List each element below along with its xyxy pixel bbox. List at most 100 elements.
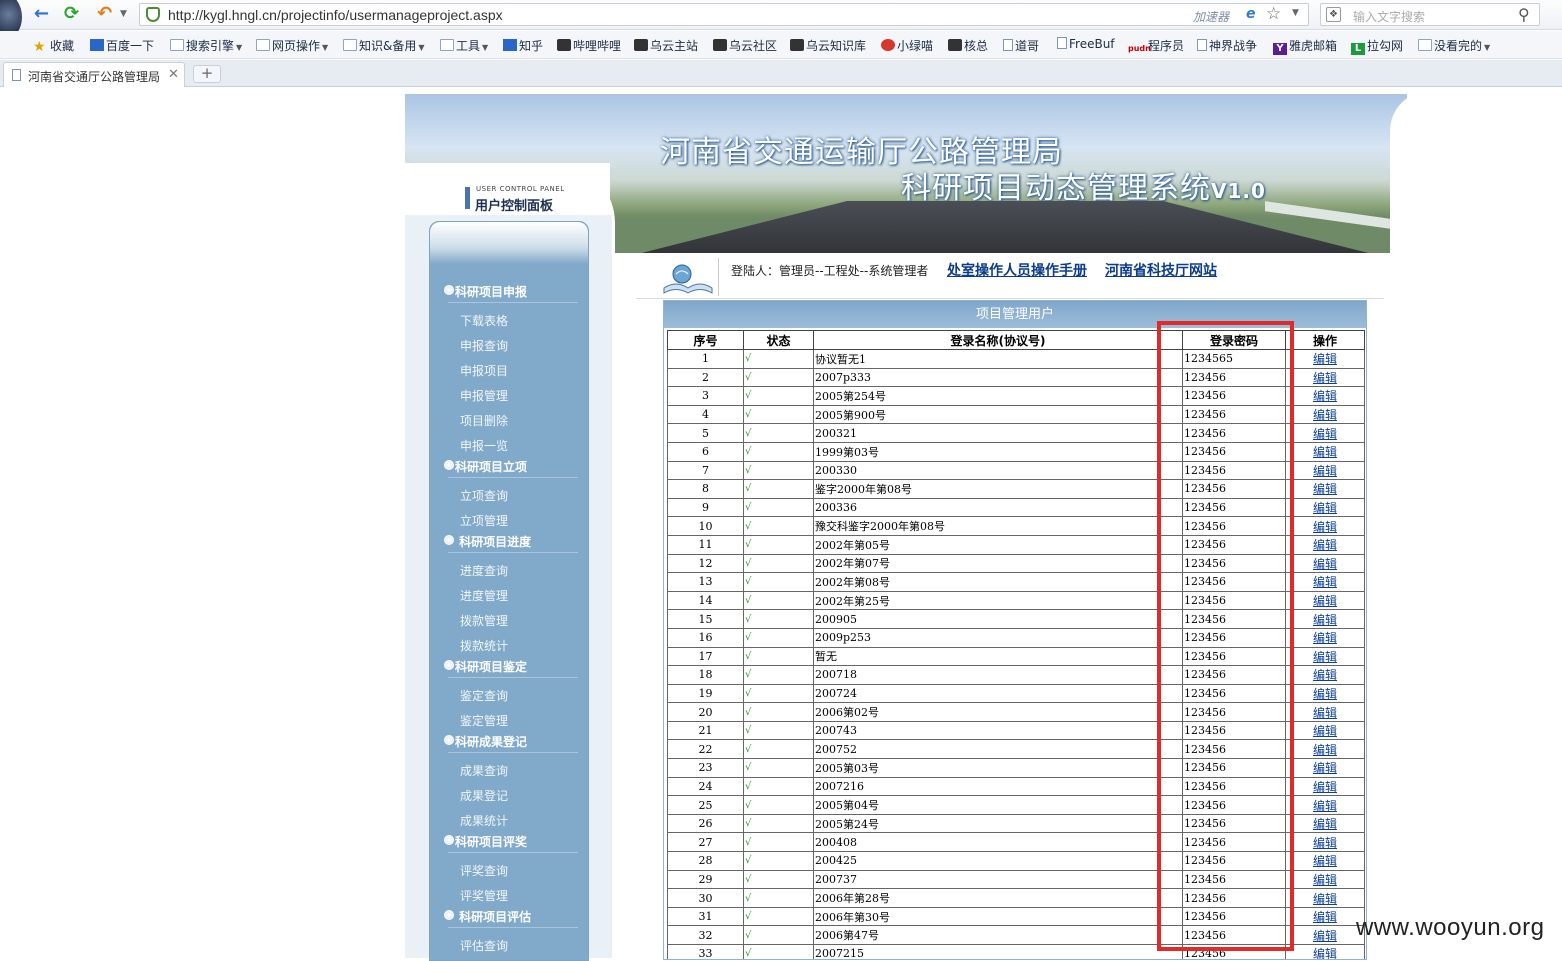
sidebar-item[interactable]: 立项管理: [460, 512, 508, 529]
edit-link[interactable]: 编辑: [1313, 892, 1337, 906]
ie-mode-icon[interactable]: e: [1246, 6, 1256, 22]
search-icon[interactable]: ⚲: [1518, 5, 1530, 24]
bookmark-item[interactable]: L 拉勾网: [1351, 37, 1403, 55]
edit-link[interactable]: 编辑: [1313, 464, 1337, 478]
bookmark-item[interactable]: 工具 ▼: [440, 37, 488, 53]
sidebar-item[interactable]: 评估查询: [460, 937, 508, 954]
chevron-down-icon[interactable]: ▼: [120, 4, 127, 24]
manual-link[interactable]: 处室操作人员操作手册: [947, 260, 1087, 280]
edit-link[interactable]: 编辑: [1313, 706, 1337, 720]
edit-link[interactable]: 编辑: [1313, 799, 1337, 813]
search-box[interactable]: ❖ 输入文字搜索 ⚲: [1320, 3, 1540, 26]
sidebar-item[interactable]: 申报一览: [460, 437, 508, 454]
sidebar-section-title[interactable]: 科研项目评估: [444, 908, 531, 925]
bookmark-item[interactable]: 哔哩哔哩: [557, 37, 621, 53]
edit-link[interactable]: 编辑: [1313, 371, 1337, 385]
bookmark-item[interactable]: 没看完的 ▼: [1418, 37, 1490, 53]
sidebar-section-title[interactable]: 科研项目鉴定: [444, 658, 527, 675]
bookmark-label: 乌云知识库: [806, 39, 867, 53]
bookmark-item[interactable]: 百度一下: [90, 37, 154, 53]
edit-link[interactable]: 编辑: [1313, 743, 1337, 757]
bookmark-item[interactable]: 知乎: [503, 37, 543, 53]
sidebar-section-title[interactable]: 科研项目申报: [444, 283, 527, 300]
address-url[interactable]: http://kygl.hngl.cn/projectinfo/usermana…: [168, 7, 503, 23]
edit-link[interactable]: 编辑: [1313, 668, 1337, 682]
sidebar-item[interactable]: 立项查询: [460, 487, 508, 504]
edit-link[interactable]: 编辑: [1313, 761, 1337, 775]
sidebar-item[interactable]: 进度管理: [460, 587, 508, 604]
sidebar-section-title[interactable]: 科研项目进度: [444, 533, 531, 550]
sidebar-item[interactable]: 项目删除: [460, 412, 508, 429]
edit-link[interactable]: 编辑: [1313, 631, 1337, 645]
bookmark-item[interactable]: 搜索引擎 ▼: [170, 37, 242, 53]
search-engine-icon[interactable]: ❖: [1326, 7, 1341, 22]
edit-link[interactable]: 编辑: [1313, 817, 1337, 831]
edit-link[interactable]: 编辑: [1313, 854, 1337, 868]
bookmark-item[interactable]: 乌云知识库: [790, 37, 866, 53]
bookmark-item[interactable]: 核总: [948, 37, 988, 53]
edit-link[interactable]: 编辑: [1313, 873, 1337, 887]
bookmark-item[interactable]: Y 雅虎邮箱: [1273, 37, 1337, 55]
edit-link[interactable]: 编辑: [1313, 408, 1337, 422]
sidebar-item[interactable]: 成果登记: [460, 787, 508, 804]
edit-link[interactable]: 编辑: [1313, 780, 1337, 794]
search-input[interactable]: 输入文字搜索: [1353, 8, 1425, 25]
bookmark-item[interactable]: 道哥: [1003, 37, 1039, 53]
bookmark-item[interactable]: ★ 收藏: [33, 37, 74, 54]
new-tab-button[interactable]: +: [193, 65, 221, 83]
sidebar-item[interactable]: 成果查询: [460, 762, 508, 779]
edit-link[interactable]: 编辑: [1313, 929, 1337, 943]
edit-link[interactable]: 编辑: [1313, 650, 1337, 664]
sidebar-item[interactable]: 评奖查询: [460, 862, 508, 879]
sidebar-item[interactable]: 鉴定管理: [460, 712, 508, 729]
edit-link[interactable]: 编辑: [1313, 910, 1337, 924]
sidebar-item[interactable]: 鉴定查询: [460, 687, 508, 704]
sidebar-item[interactable]: 拨款统计: [460, 637, 508, 654]
edit-link[interactable]: 编辑: [1313, 520, 1337, 534]
sidebar-item[interactable]: 成果统计: [460, 812, 508, 829]
sidebar-item[interactable]: 评奖管理: [460, 887, 508, 904]
bookmark-item[interactable]: 网页操作 ▼: [256, 37, 328, 53]
bookmark-item[interactable]: 小绿喵: [881, 37, 933, 53]
bookmark-item[interactable]: FreeBuf: [1057, 37, 1115, 53]
bookmark-item[interactable]: pudn程序员: [1128, 37, 1184, 53]
bookmark-item[interactable]: 乌云社区: [713, 37, 777, 53]
edit-link[interactable]: 编辑: [1313, 352, 1337, 366]
edit-link[interactable]: 编辑: [1313, 557, 1337, 571]
edit-link[interactable]: 编辑: [1313, 594, 1337, 608]
chevron-down-icon[interactable]: ▼: [1292, 8, 1299, 18]
sidebar-item[interactable]: 拨款管理: [460, 612, 508, 629]
edit-link[interactable]: 编辑: [1313, 947, 1337, 959]
bookmark-item[interactable]: 知识&备用 ▼: [343, 37, 425, 53]
tab-active[interactable]: 河南省交通厅公路管理局 ✕: [3, 62, 185, 87]
sidebar-section-title[interactable]: 科研项目立项: [444, 458, 527, 475]
edit-link[interactable]: 编辑: [1313, 427, 1337, 441]
close-icon[interactable]: ✕: [168, 67, 179, 82]
address-bar[interactable]: http://kygl.hngl.cn/projectinfo/usermana…: [139, 3, 1309, 26]
edit-link[interactable]: 编辑: [1313, 538, 1337, 552]
edit-link[interactable]: 编辑: [1313, 389, 1337, 403]
undo-icon[interactable]: ↶: [97, 4, 112, 24]
sidebar-item[interactable]: 申报管理: [460, 387, 508, 404]
edit-link[interactable]: 编辑: [1313, 613, 1337, 627]
bookmark-item[interactable]: 乌云主站: [634, 37, 698, 53]
accelerator-button[interactable]: 加速器: [1193, 8, 1229, 25]
tech-site-link[interactable]: 河南省科技厅网站: [1105, 260, 1217, 280]
edit-link[interactable]: 编辑: [1313, 687, 1337, 701]
sidebar-item[interactable]: 申报项目: [460, 362, 508, 379]
sidebar-item[interactable]: 进度查询: [460, 562, 508, 579]
edit-link[interactable]: 编辑: [1313, 501, 1337, 515]
bookmark-item[interactable]: 神界战争: [1197, 37, 1257, 53]
edit-link[interactable]: 编辑: [1313, 724, 1337, 738]
edit-link[interactable]: 编辑: [1313, 482, 1337, 496]
sidebar-section-title[interactable]: 科研项目评奖: [444, 833, 527, 850]
favorite-star-icon[interactable]: ☆: [1266, 4, 1281, 24]
edit-link[interactable]: 编辑: [1313, 836, 1337, 850]
refresh-icon[interactable]: ⟳: [64, 4, 79, 24]
back-arrow-icon[interactable]: ←: [34, 4, 49, 24]
edit-link[interactable]: 编辑: [1313, 575, 1337, 589]
edit-link[interactable]: 编辑: [1313, 445, 1337, 459]
sidebar-item[interactable]: 申报查询: [460, 337, 508, 354]
sidebar-section-title[interactable]: 科研成果登记: [444, 733, 527, 750]
sidebar-item[interactable]: 下载表格: [460, 312, 508, 329]
